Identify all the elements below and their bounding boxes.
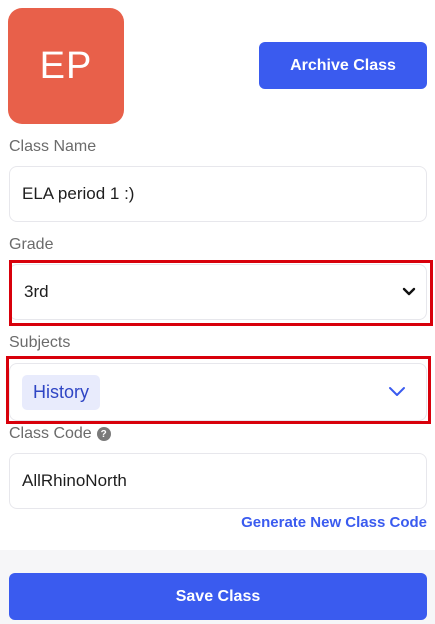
grade-select[interactable]: 3rd (9, 264, 427, 320)
class-name-input[interactable]: ELA period 1 :) (9, 166, 427, 222)
save-class-button[interactable]: Save Class (9, 573, 427, 620)
class-code-input[interactable]: AllRhinoNorth (9, 453, 427, 509)
generate-new-class-code-link[interactable]: Generate New Class Code (241, 514, 427, 531)
avatar-initials: EP (39, 44, 93, 87)
grade-label: Grade (9, 236, 53, 254)
class-code-label: Class Code ? (9, 425, 111, 443)
grade-value: 3rd (24, 282, 49, 301)
subjects-label: Subjects (9, 334, 70, 352)
archive-class-button[interactable]: Archive Class (259, 42, 427, 89)
subjects-multiselect[interactable]: History (9, 363, 427, 421)
class-avatar: EP (8, 8, 124, 124)
subjects-label-text: Subjects (9, 334, 71, 351)
edit-class-panel: EP Archive Class Class Name ELA period 1… (0, 0, 435, 624)
class-name-value: ELA period 1 :) (22, 184, 135, 203)
question-circle-icon[interactable]: ? (96, 427, 111, 441)
grade-label-text: Grade (9, 236, 54, 253)
class-code-value: AllRhinoNorth (22, 471, 127, 490)
class-code-label-text: Class Code (9, 425, 92, 442)
chevron-down-icon (388, 382, 406, 402)
subject-chip-history[interactable]: History (22, 374, 101, 410)
class-name-label-text: Class Name (9, 138, 97, 155)
chevron-down-icon (402, 282, 416, 302)
class-name-label: Class Name (9, 138, 96, 156)
